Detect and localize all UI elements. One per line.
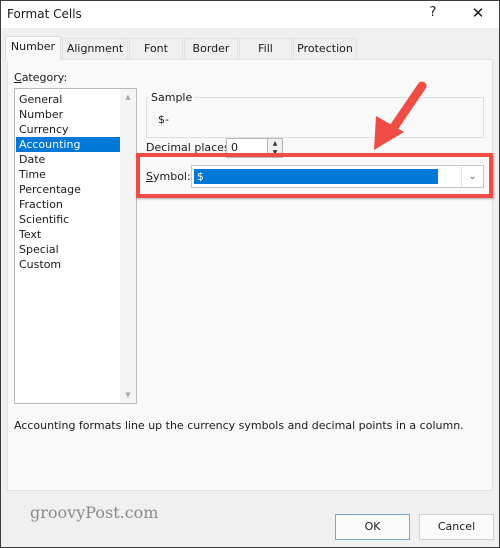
tab-border[interactable]: Border	[184, 38, 238, 60]
category-listbox[interactable]: General Number Currency Accounting Date …	[14, 88, 137, 404]
list-item-text[interactable]: Text	[16, 227, 120, 242]
tab-protection[interactable]: Protection	[293, 38, 357, 60]
ok-button[interactable]: OK	[335, 514, 410, 540]
tab-alignment[interactable]: Alignment	[62, 38, 128, 60]
list-item-special[interactable]: Special	[16, 242, 120, 257]
list-item-percentage[interactable]: Percentage	[16, 182, 120, 197]
list-item-fraction[interactable]: Fraction	[16, 197, 120, 212]
category-scrollbar[interactable]: ▲ ▼	[120, 89, 136, 403]
list-item-time[interactable]: Time	[16, 167, 120, 182]
cancel-button[interactable]: Cancel	[419, 514, 494, 540]
tab-number[interactable]: Number	[5, 36, 61, 61]
spin-up-icon[interactable]: ▲	[268, 139, 282, 148]
close-button[interactable]: ✕	[469, 4, 487, 24]
sample-group	[146, 97, 484, 138]
list-item-number[interactable]: Number	[16, 107, 120, 122]
title-bar: Format Cells ? ✕	[1, 1, 499, 28]
dialog-title: Format Cells	[7, 7, 82, 21]
list-item-accounting[interactable]: Accounting	[16, 137, 120, 152]
tab-font[interactable]: Font	[129, 38, 183, 60]
sample-label: Sample	[149, 91, 195, 104]
annotation-arrow-icon	[374, 81, 427, 150]
sample-value: $-	[158, 113, 169, 126]
scroll-up-icon[interactable]: ▲	[120, 89, 136, 105]
help-button[interactable]: ?	[425, 5, 441, 23]
list-item-currency[interactable]: Currency	[16, 122, 120, 137]
list-item-custom[interactable]: Custom	[16, 257, 120, 272]
category-label: Category:	[14, 71, 68, 84]
tab-fill[interactable]: Fill	[239, 38, 292, 60]
category-description: Accounting formats line up the currency …	[14, 419, 464, 432]
list-item-general[interactable]: General	[16, 92, 120, 107]
list-item-date[interactable]: Date	[16, 152, 120, 167]
scroll-down-icon[interactable]: ▼	[120, 387, 136, 403]
annotation-highlight-box	[136, 153, 493, 198]
watermark-logo: groovyPost.com	[30, 503, 159, 522]
list-item-scientific[interactable]: Scientific	[16, 212, 120, 227]
